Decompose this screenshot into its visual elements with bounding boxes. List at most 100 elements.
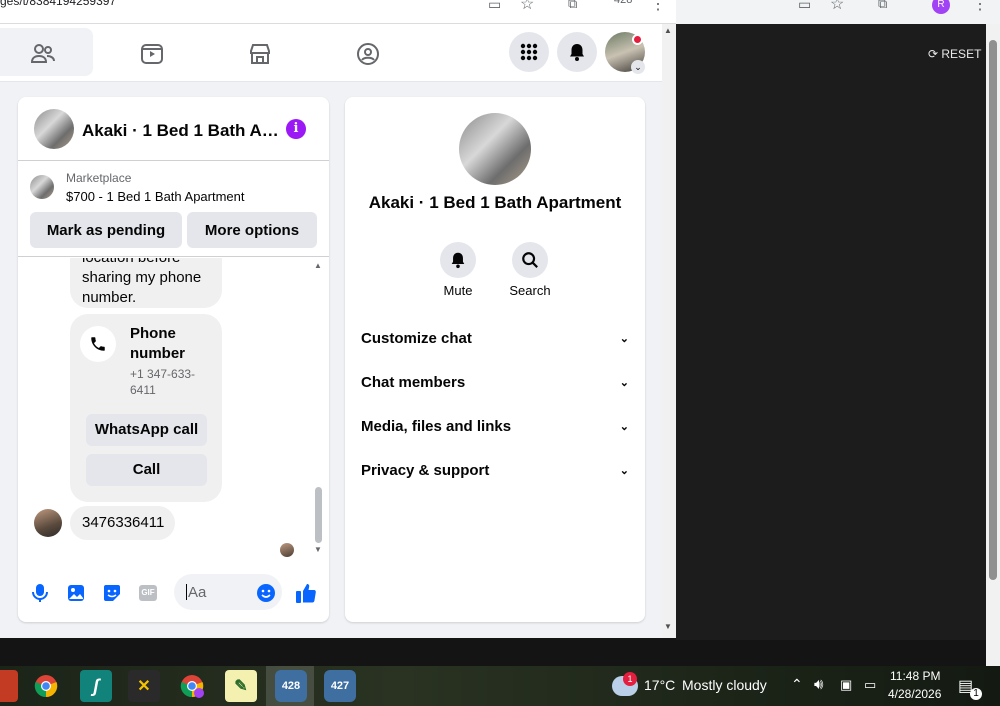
photo-icon[interactable] <box>64 581 88 605</box>
chat-title[interactable]: Akaki · 1 Bed 1 Bath A… <box>82 121 279 141</box>
scrollbar-thumb[interactable] <box>989 40 997 580</box>
chevron-down-icon: ⌄ <box>619 464 629 477</box>
bookmark-star-icon[interactable]: ☆ <box>520 0 534 14</box>
chevron-up-icon[interactable]: ⌃ <box>791 676 803 693</box>
search-button[interactable] <box>512 242 548 278</box>
video-icon[interactable] <box>132 34 172 74</box>
phone-number-card: Phone number +1 347-633-6411 WhatsApp ca… <box>70 314 222 502</box>
emoji-icon[interactable] <box>254 581 278 605</box>
window-scrollbar[interactable]: ▲ ▼ <box>662 24 676 638</box>
gif-icon[interactable]: GIF <box>136 581 160 605</box>
text-cursor <box>186 584 187 600</box>
app-427-icon[interactable]: 427 <box>324 670 356 702</box>
more-options-button[interactable]: More options <box>187 212 317 248</box>
marketplace-icon[interactable] <box>240 34 280 74</box>
section-label: Chat members <box>361 373 466 391</box>
meet-icon[interactable]: ▣ <box>840 677 852 693</box>
mark-as-pending-button[interactable]: Mark as pending <box>30 212 182 248</box>
microphone-icon[interactable] <box>28 581 52 605</box>
listing-thumbnail[interactable] <box>30 175 54 199</box>
background-browser-window <box>676 0 1000 640</box>
listing-photo[interactable] <box>459 113 531 185</box>
notifications-button[interactable] <box>557 32 597 72</box>
section-label: Media, files and links <box>361 417 512 435</box>
cast-icon[interactable]: ▭ <box>488 0 501 13</box>
cast-icon[interactable]: ▭ <box>798 0 811 13</box>
address-bar[interactable]: ges/t/8384194259397 ▭ ☆ ⧉ 428 ⋮ <box>0 0 676 24</box>
section-label: Privacy & support <box>361 461 490 479</box>
grid-icon <box>520 43 538 61</box>
call-button[interactable]: Call <box>86 454 207 486</box>
lens-icon[interactable]: ⧉ <box>878 0 887 12</box>
notification-dot <box>632 34 643 45</box>
weather-text[interactable]: Mostly cloudy <box>682 677 767 693</box>
section-customize-chat[interactable]: Customize chat ⌄ <box>361 326 629 350</box>
read-receipt-avatar <box>280 543 294 557</box>
menu-grid-button[interactable] <box>509 32 549 72</box>
chat-panel: Akaki · 1 Bed 1 Bath A… i Marketplace $7… <box>18 97 329 622</box>
url-text[interactable]: ges/t/8384194259397 <box>0 0 116 8</box>
chevron-down-icon: ⌄ <box>619 376 629 389</box>
section-chat-members[interactable]: Chat members ⌄ <box>361 370 629 394</box>
chrome-icon[interactable] <box>30 670 62 702</box>
facebook-nav-bar: ⌄ <box>0 24 662 82</box>
account-chevron-icon[interactable]: ⌄ <box>631 60 645 74</box>
app-428-icon[interactable]: 428 <box>275 670 307 702</box>
phone-card-number: +1 347-633-6411 <box>130 367 196 397</box>
marketplace-label: Marketplace <box>66 171 132 185</box>
friends-icon[interactable] <box>23 34 63 74</box>
listing-avatar[interactable] <box>34 109 74 149</box>
x-app-icon[interactable]: ✕ <box>128 670 160 702</box>
info-icon[interactable]: i <box>286 119 306 139</box>
message-input-placeholder: Aa <box>188 584 207 601</box>
chrome-profile-icon[interactable] <box>176 670 208 702</box>
phone-card-title: Phone number <box>130 325 186 362</box>
partial-message-text: location before sharing my phone number. <box>82 258 202 306</box>
sticker-icon[interactable] <box>100 581 124 605</box>
groups-icon[interactable] <box>348 34 388 74</box>
taskbar-app-partial[interactable] <box>0 670 18 702</box>
info-panel-title[interactable]: Akaki · 1 Bed 1 Bath Apartment <box>345 193 645 213</box>
last-message-bubble: 3476336411 <box>70 506 175 540</box>
section-privacy-support[interactable]: Privacy & support ⌄ <box>361 458 629 482</box>
chevron-down-icon: ⌄ <box>619 332 629 345</box>
mute-button[interactable] <box>440 242 476 278</box>
s-app-icon[interactable]: ʃ <box>80 670 112 702</box>
reset-label: RESET <box>941 47 982 61</box>
bell-icon <box>570 44 584 61</box>
profile-avatar[interactable]: R <box>932 0 950 14</box>
clock-time[interactable]: 11:48 PM <box>890 669 940 683</box>
scroll-down-arrow-icon[interactable]: ▼ <box>664 622 672 631</box>
kebab-menu-icon[interactable]: ⋮ <box>972 0 988 14</box>
conversation-info-panel: Akaki · 1 Bed 1 Bath Apartment Mute Sear… <box>345 97 645 622</box>
like-thumb-icon[interactable] <box>294 581 318 605</box>
speaker-icon[interactable]: 🔊︎ <box>814 676 823 693</box>
kebab-menu-icon[interactable]: ⋮ <box>650 0 666 14</box>
scroll-up-arrow-icon[interactable]: ▲ <box>664 26 672 35</box>
background-toolbar: ▭ ☆ ⧉ R ⋮ <box>676 0 1000 24</box>
reset-button[interactable]: ⟳ RESET <box>928 47 981 61</box>
chat-header: Akaki · 1 Bed 1 Bath A… i <box>18 97 329 161</box>
marketplace-banner: Marketplace $700 - 1 Bed 1 Bath Apartmen… <box>18 161 329 257</box>
scroll-up-arrow-icon[interactable]: ▲ <box>314 261 322 270</box>
listing-title[interactable]: $700 - 1 Bed 1 Bath Apartment <box>66 189 245 204</box>
whatsapp-call-button[interactable]: WhatsApp call <box>86 414 207 446</box>
sender-avatar[interactable] <box>34 509 62 537</box>
tab-count-badge[interactable]: 428 <box>614 0 632 6</box>
search-label: Search <box>509 283 551 298</box>
network-icon[interactable]: ▭ <box>864 677 876 693</box>
clock-date[interactable]: 4/28/2026 <box>888 687 941 701</box>
scrollbar-thumb[interactable] <box>315 487 322 543</box>
weather-temp[interactable]: 17°C <box>644 677 675 693</box>
notepad-icon[interactable]: ✎ <box>225 670 257 702</box>
background-scrollbar[interactable] <box>986 24 1000 666</box>
lens-icon[interactable]: ⧉ <box>568 0 577 12</box>
messages-scrollbar[interactable]: ▲ ▼ <box>312 259 326 559</box>
weather-badge: 1 <box>623 672 637 686</box>
bookmark-star-icon[interactable]: ☆ <box>830 0 844 14</box>
section-label: Customize chat <box>361 329 472 347</box>
section-media-files-links[interactable]: Media, files and links ⌄ <box>361 414 629 438</box>
chevron-down-icon: ⌄ <box>619 420 629 433</box>
scroll-down-arrow-icon[interactable]: ▼ <box>314 545 322 554</box>
messages-area: location before sharing my phone number.… <box>18 258 314 558</box>
